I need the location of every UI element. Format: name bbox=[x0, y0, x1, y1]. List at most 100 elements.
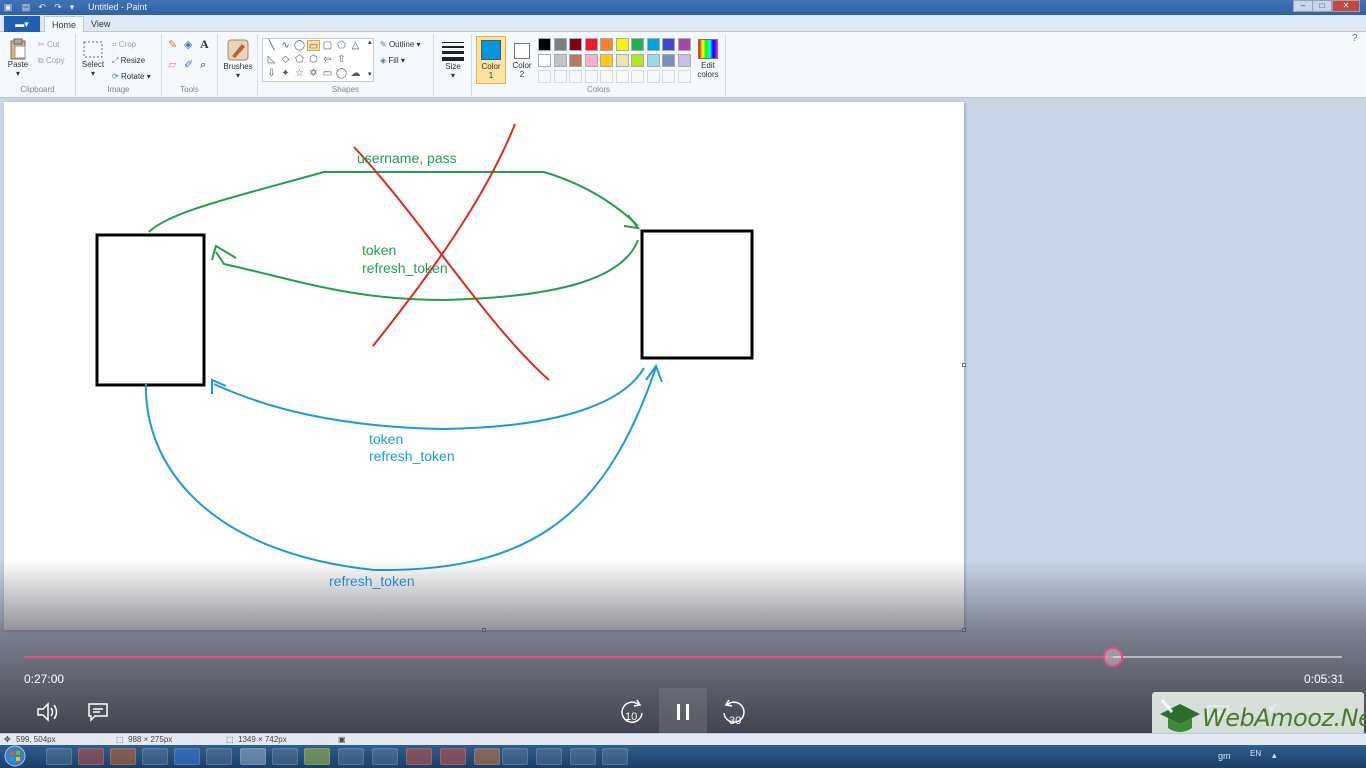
taskbar-app-icon-17[interactable] bbox=[570, 748, 596, 765]
palette-swatch[interactable] bbox=[538, 54, 551, 67]
palette-swatch[interactable] bbox=[662, 54, 675, 67]
callout-cloud-icon[interactable]: ☁ bbox=[349, 68, 362, 79]
taskbar-app-icon-13[interactable] bbox=[440, 748, 466, 765]
right-triangle-shape-icon[interactable]: ◺ bbox=[265, 54, 278, 65]
shapes-gallery[interactable]: ╲ ∿ ◯ ▭ ▢ ⬠ △ ◺ ◇ ⬠ ⬡ ⇦ ⇧ ⇩ ✦ ☆ ✡ ▭ ◯ ☁ bbox=[262, 38, 374, 82]
customize-quick-access-icon[interactable]: ▾ bbox=[66, 1, 78, 14]
palette-empty-slot[interactable] bbox=[553, 70, 567, 83]
rotate-button[interactable]: ⟳ Rotate ▾ bbox=[112, 72, 151, 82]
six-point-star-icon[interactable]: ✡ bbox=[307, 68, 320, 79]
file-menu-button[interactable]: ▬▾ bbox=[4, 16, 40, 32]
palette-swatch[interactable] bbox=[615, 38, 629, 51]
cut-button[interactable]: ✂ Cut bbox=[38, 40, 59, 50]
five-point-star-icon[interactable]: ☆ bbox=[293, 68, 306, 79]
undo-icon[interactable]: ↶ bbox=[36, 1, 48, 14]
skip-back-button[interactable]: 10 bbox=[612, 692, 652, 732]
drawing-canvas[interactable]: username, pass token refresh_token token… bbox=[4, 102, 964, 630]
palette-swatch[interactable] bbox=[677, 54, 691, 67]
palette-swatch[interactable] bbox=[584, 54, 598, 67]
oval-shape-icon[interactable]: ◯ bbox=[293, 40, 306, 51]
tray-language[interactable]: EN bbox=[1250, 749, 1261, 758]
palette-swatch[interactable] bbox=[600, 38, 613, 51]
resize-button[interactable]: ⤢ Resize bbox=[112, 56, 145, 66]
hexagon-shape-icon[interactable]: ⬡ bbox=[307, 54, 320, 65]
taskbar-app-icon-11[interactable] bbox=[372, 748, 398, 765]
palette-swatch[interactable] bbox=[569, 38, 582, 51]
palette-empty-slot[interactable] bbox=[662, 70, 675, 83]
taskbar-app-icon-16[interactable] bbox=[536, 748, 562, 765]
taskbar-app-icon-15[interactable] bbox=[502, 748, 528, 765]
shapes-expand-icon[interactable]: ▾ bbox=[368, 70, 372, 80]
text-tool-icon[interactable]: A bbox=[200, 38, 209, 50]
start-button[interactable] bbox=[4, 745, 30, 768]
seek-bar-thumb[interactable] bbox=[1102, 647, 1123, 667]
palette-swatch[interactable] bbox=[538, 38, 551, 51]
taskbar-app-icon-18[interactable] bbox=[602, 748, 628, 765]
taskbar-firefox-icon[interactable] bbox=[110, 748, 136, 765]
palette-swatch[interactable] bbox=[646, 54, 660, 67]
color2-button[interactable]: Color 2 bbox=[508, 36, 536, 84]
palette-empty-slot[interactable] bbox=[631, 70, 644, 83]
rounded-rect-shape-icon[interactable]: ▢ bbox=[321, 40, 334, 51]
callout-oval-icon[interactable]: ◯ bbox=[335, 68, 348, 79]
left-arrow-shape-icon[interactable]: ⇦ bbox=[321, 54, 334, 65]
tab-home[interactable]: Home bbox=[44, 16, 85, 32]
taskbar-vscode-icon[interactable] bbox=[174, 748, 200, 765]
crop-button[interactable]: ⌗ Crop bbox=[112, 40, 136, 50]
palette-empty-slot[interactable] bbox=[538, 70, 551, 83]
palette-empty-slot[interactable] bbox=[646, 70, 660, 83]
palette-swatch[interactable] bbox=[615, 54, 629, 67]
size-button[interactable]: Size ▾ bbox=[438, 40, 468, 80]
paste-button[interactable]: Paste ▾ bbox=[4, 38, 32, 78]
taskbar-app-icon-9[interactable] bbox=[304, 748, 330, 765]
fill-button[interactable]: ◈ Fill ▾ bbox=[380, 56, 405, 66]
taskbar-app-icon-8[interactable] bbox=[272, 748, 298, 765]
close-button[interactable]: ✕ bbox=[1332, 0, 1360, 12]
tab-view[interactable]: View bbox=[84, 16, 117, 32]
curve-shape-icon[interactable]: ∿ bbox=[279, 40, 292, 51]
palette-swatch[interactable] bbox=[631, 38, 644, 51]
magnifier-icon[interactable]: ⌕ bbox=[200, 60, 206, 71]
palette-swatch[interactable] bbox=[662, 38, 675, 51]
fill-bucket-icon[interactable]: ◈ bbox=[184, 40, 192, 51]
pencil-icon[interactable]: ✎ bbox=[168, 40, 177, 51]
minimize-button[interactable]: – bbox=[1293, 0, 1313, 12]
palette-empty-slot[interactable] bbox=[584, 70, 598, 83]
brushes-button[interactable]: Brushes ▾ bbox=[222, 38, 254, 80]
palette-empty-slot[interactable] bbox=[677, 70, 691, 83]
color-picker-icon[interactable]: ✐ bbox=[184, 60, 193, 71]
polygon-shape-icon[interactable]: ⬠ bbox=[335, 40, 348, 51]
taskbar-app-icon-14[interactable] bbox=[474, 748, 500, 765]
taskbar-app-icon-6[interactable] bbox=[206, 748, 232, 765]
palette-empty-slot[interactable] bbox=[600, 70, 613, 83]
palette-swatch[interactable] bbox=[677, 38, 691, 51]
redo-icon[interactable]: ↷ bbox=[52, 1, 64, 14]
edit-colors-button[interactable]: Edit colors bbox=[694, 36, 722, 79]
volume-button[interactable] bbox=[28, 692, 68, 732]
callout-rect-icon[interactable]: ▭ bbox=[321, 68, 334, 79]
rectangle-shape-icon[interactable]: ▭ bbox=[307, 40, 320, 52]
taskbar-explorer-icon[interactable] bbox=[46, 748, 72, 765]
down-arrow-shape-icon[interactable]: ⇩ bbox=[265, 68, 278, 79]
palette-empty-slot[interactable] bbox=[569, 70, 582, 83]
canvas-resize-handle-right[interactable] bbox=[962, 363, 966, 367]
palette-swatch[interactable] bbox=[569, 54, 582, 67]
palette-swatch[interactable] bbox=[646, 38, 660, 51]
palette-swatch[interactable] bbox=[600, 54, 613, 67]
taskbar-app-icon-4[interactable] bbox=[142, 748, 168, 765]
triangle-shape-icon[interactable]: △ bbox=[349, 40, 362, 51]
palette-empty-slot[interactable] bbox=[615, 70, 629, 83]
tray-user[interactable]: gm bbox=[1218, 751, 1231, 761]
help-icon[interactable]: ? bbox=[1352, 34, 1358, 44]
line-shape-icon[interactable]: ╲ bbox=[265, 40, 278, 51]
skip-forward-button[interactable]: 30 bbox=[714, 692, 754, 732]
pause-button[interactable] bbox=[659, 688, 707, 736]
subtitles-button[interactable] bbox=[78, 692, 118, 732]
tray-expand-icon[interactable]: ▴ bbox=[1272, 750, 1277, 761]
palette-swatch[interactable] bbox=[631, 54, 644, 67]
select-button[interactable]: Select ▾ bbox=[80, 40, 106, 78]
color1-button[interactable]: Color 1 bbox=[476, 36, 506, 84]
shapes-scroll-up-icon[interactable]: ▴ bbox=[368, 38, 372, 48]
diamond-shape-icon[interactable]: ◇ bbox=[279, 54, 292, 65]
maximize-button[interactable]: □ bbox=[1312, 0, 1332, 12]
